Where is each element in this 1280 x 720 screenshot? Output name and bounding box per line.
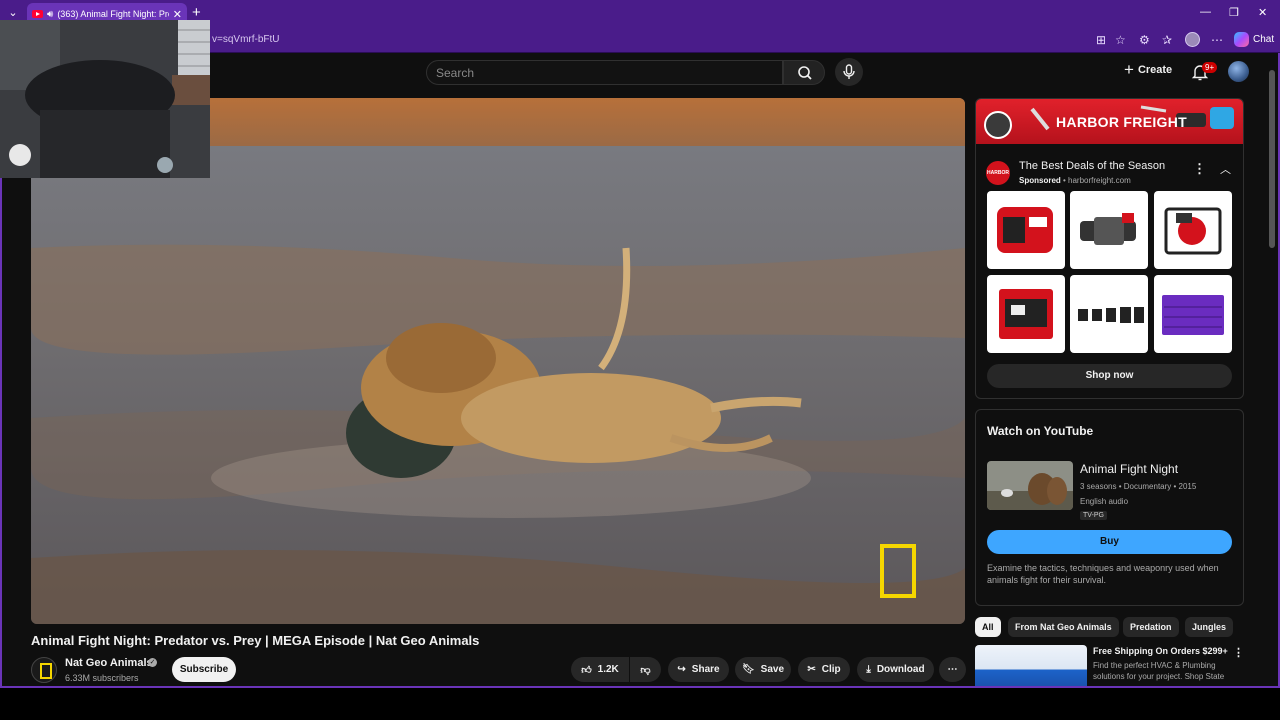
app-view-icon[interactable]: ⊞ [1096,33,1106,47]
more-horizontal-icon: ⋯ [947,664,958,675]
create-button[interactable]: + Create [1124,60,1173,79]
share-label: Share [691,664,720,675]
watch-on-youtube-card: Watch on YouTube Animal Fight Night 3 se… [975,409,1244,606]
voice-search-button[interactable] [835,58,863,86]
favorite-star-icon[interactable]: ☆ [1115,33,1126,47]
recommendation-more-vert-icon[interactable]: ⋮ [1233,646,1244,659]
plus-icon: + [1124,60,1134,79]
sponsored-ad-card: HARBOR FREIGHT HARBOR FREIGHT The Best D… [975,98,1244,399]
more-menu-icon[interactable]: ⋯ [1211,33,1223,47]
thumbs-up-icon: 👍︎ [581,664,592,676]
ad-banner[interactable]: HARBOR FREIGHT [976,99,1243,144]
download-button[interactable]: ⤓ Download [857,657,934,682]
taskbar [0,690,1280,720]
notification-count-badge: 9+ [1202,62,1218,73]
recommendation-thumbnail[interactable] [975,645,1087,686]
chat-label[interactable]: Chat [1253,34,1274,45]
product-generator-open-frame[interactable] [987,275,1065,353]
ad-domain[interactable]: harborfreight.com [1068,176,1131,185]
new-tab-icon[interactable]: + [192,4,201,21]
show-description: Examine the tactics, techniques and weap… [987,563,1219,585]
product-water-pump[interactable] [1154,191,1232,269]
page-scrollbar[interactable] [1268,54,1276,686]
microphone-icon [843,64,855,79]
natgeo-watermark [880,544,916,598]
speaker-icon[interactable]: 🔊︎ [47,9,53,20]
chip-predation[interactable]: Predation [1123,617,1179,637]
ad-title[interactable]: The Best Deals of the Season [1019,160,1165,172]
sponsored-label: Sponsored [1019,176,1061,185]
share-icon: ↪ [677,664,686,675]
search-placeholder: Search [436,66,475,80]
like-button[interactable]: 👍︎ 1.2K [571,657,629,682]
share-button[interactable]: ↪ Share [668,657,729,682]
product-winch[interactable] [1070,191,1148,269]
search-button[interactable] [783,60,825,85]
channel-avatar[interactable] [31,657,57,683]
verified-check-icon: ✓ [148,658,157,667]
search-input[interactable] [426,60,783,85]
chip-from-channel[interactable]: From Nat Geo Animals [1008,617,1119,637]
ad-meta: Sponsored • harborfreight.com [1019,176,1131,185]
clip-button[interactable]: ✂ Clip [798,657,850,682]
save-button[interactable]: 🔖︎ Save [735,657,791,682]
collapse-chevron-icon[interactable]: ︿ [1220,161,1231,177]
more-actions-button[interactable]: ⋯ [939,657,966,682]
rating-badge: TV-PG [1080,511,1108,520]
ad-banner-text: HARBOR FREIGHT [1056,114,1187,130]
subscriber-count: 6.33M subscribers [65,673,139,683]
subscribe-button[interactable]: Subscribe [172,657,236,682]
show-title[interactable]: Animal Fight Night [1080,462,1178,476]
youtube-favicon-icon [32,10,43,18]
video-title: Animal Fight Night: Predator vs. Prey | … [31,633,480,648]
product-generator-red[interactable] [987,191,1065,269]
ad-more-vert-icon[interactable]: ⋮ [1193,161,1206,177]
restore-icon[interactable]: ❐ [1229,6,1239,19]
scrollbar-thumb[interactable] [1269,70,1275,248]
scissors-icon: ✂ [807,664,816,675]
tab-title: (363) Animal Fight Night: Pred [57,9,169,19]
window-close-icon[interactable]: ✕ [1258,6,1267,19]
search-icon [798,66,812,80]
webcam-overlay [0,20,210,178]
profile-avatar[interactable] [1185,32,1200,47]
product-tool-chest[interactable] [1154,275,1232,353]
show-meta: 3 seasons • Documentary • 2015 [1080,482,1197,491]
download-label: Download [876,664,925,675]
shop-now-button[interactable]: Shop now [987,364,1232,388]
create-label: Create [1137,64,1173,76]
url-text[interactable]: v=sqVmrf-bFtU [212,34,280,45]
channel-name[interactable]: Nat Geo Animals [65,657,153,669]
favorites-icon[interactable]: ✰ [1162,33,1172,47]
chip-jungles[interactable]: Jungles [1185,617,1234,637]
show-thumbnail[interactable] [987,461,1073,510]
download-icon: ⤓ [866,664,871,675]
dislike-button[interactable]: 👎︎ [630,657,661,682]
chip-all[interactable]: All [975,617,1001,637]
watch-on-youtube-heading: Watch on YouTube [987,424,1094,438]
clip-label: Clip [821,664,841,675]
tab-close-icon[interactable]: ✕ [173,8,182,21]
recommendation-description: Find the perfect HVAC & Plumbing solutio… [1093,661,1225,681]
minimize-icon[interactable]: — [1200,6,1211,18]
bookmark-icon: 🔖︎ [741,664,755,675]
webcam-feed [0,20,210,178]
recommendation-title[interactable]: Free Shipping On Orders $299+ [1093,646,1228,656]
save-label: Save [760,664,785,675]
like-count: 1.2K [597,664,619,675]
show-audio: English audio [1080,497,1129,506]
copilot-icon[interactable] [1234,32,1249,47]
advertiser-logo[interactable]: HARBOR FREIGHT [986,161,1010,200]
account-avatar[interactable] [1228,61,1249,82]
buy-button[interactable]: Buy [987,530,1232,554]
product-socket-set[interactable] [1070,275,1148,353]
thumbs-down-icon: 👎︎ [640,664,651,676]
extensions-icon[interactable]: ⚙ [1139,33,1150,47]
